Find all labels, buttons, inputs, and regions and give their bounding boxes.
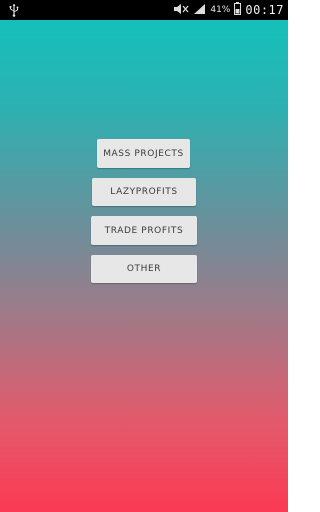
main-menu: MASS PROJECTS LAZYPROFITS TRADE PROFITS …: [0, 0, 288, 512]
app-screen: 41% 00:17 MASS PROJECTS LAZYPROFITS TRAD…: [0, 0, 288, 512]
mass-projects-button[interactable]: MASS PROJECTS: [97, 139, 190, 168]
other-button[interactable]: OTHER: [91, 255, 197, 283]
trade-profits-button[interactable]: TRADE PROFITS: [91, 216, 197, 245]
lazyprofits-button[interactable]: LAZYPROFITS: [92, 178, 196, 206]
